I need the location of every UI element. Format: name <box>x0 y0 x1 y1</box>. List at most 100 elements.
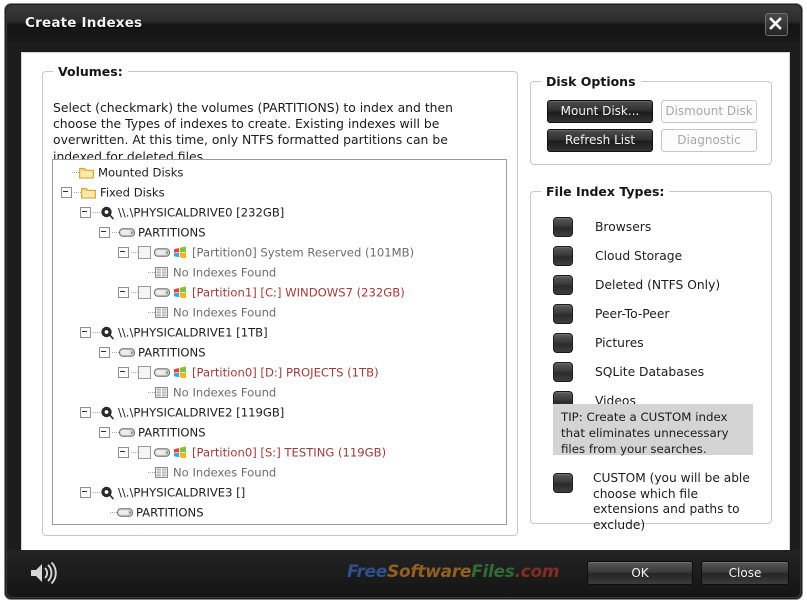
tree-expander-minus-icon[interactable] <box>80 207 91 218</box>
tree-item[interactable]: Fixed Disks <box>53 184 506 200</box>
tree-item-label: No Indexes Found <box>173 465 277 480</box>
tree-item[interactable]: No Indexes Found <box>53 464 506 480</box>
tree-connector-line <box>148 272 155 273</box>
volumes-group-title: Volumes: <box>53 64 128 79</box>
tree-item-checkbox[interactable] <box>138 246 151 259</box>
watermark-part-3: Files <box>471 562 515 582</box>
tree-item[interactable]: Mounted Disks <box>53 164 506 180</box>
close-button-footer[interactable]: Close <box>701 561 789 585</box>
disk-options-group: Disk Options Mount Disk... Dismount Disk… <box>530 74 772 165</box>
tree-expander-minus-icon[interactable] <box>118 447 129 458</box>
tree-item-label: PARTITIONS <box>138 425 206 440</box>
footer-bar: FreeSoftwareFiles.com OK Close <box>7 550 800 597</box>
tree-item-checkbox[interactable] <box>138 366 151 379</box>
tree-item[interactable]: \\.\PHYSICALDRIVE0 [232GB] <box>53 204 506 220</box>
tree-item-label: Mounted Disks <box>98 165 184 180</box>
close-button[interactable] <box>765 13 788 36</box>
tree-item-checkbox[interactable] <box>138 446 151 459</box>
watermark: FreeSoftwareFiles.com <box>347 562 560 582</box>
tree-connector-line <box>131 252 138 253</box>
tree-item[interactable]: [Partition0] [D:] PROJECTS (1TB) <box>53 364 506 380</box>
file-index-type-checkbox[interactable] <box>553 245 573 266</box>
windows-logo-icon <box>174 446 186 459</box>
file-index-types-group-title: File Index Types: <box>541 184 670 199</box>
tree-expander-minus-icon[interactable] <box>99 227 110 238</box>
file-index-types-group: File Index Types: Browsers Cloud Storage D… <box>530 184 772 532</box>
tree-item[interactable]: No Indexes Found <box>53 304 506 320</box>
tree-connector-line <box>93 412 100 413</box>
tree-connector-line <box>148 392 155 393</box>
windows-logo-icon <box>174 366 186 379</box>
tree-expander-minus-icon[interactable] <box>80 407 91 418</box>
tree-expander-minus-icon[interactable] <box>118 367 129 378</box>
tree-item[interactable]: \\.\PHYSICALDRIVE2 [119GB] <box>53 404 506 420</box>
watermark-part-2: Software <box>387 562 472 582</box>
tree-expander-minus-icon[interactable] <box>118 247 129 258</box>
tree-item-label: [Partition0] [S:] TESTING (119GB) <box>192 445 387 460</box>
volumes-tree[interactable]: Mounted Disks Fixed Disks \\.\PHYSICALDRIV… <box>52 159 507 525</box>
tree-item-checkbox[interactable] <box>138 286 151 299</box>
tree-connector-line <box>93 492 100 493</box>
tree-expander-minus-icon[interactable] <box>80 327 91 338</box>
tree-item[interactable]: PARTITIONS <box>53 224 506 240</box>
windows-logo-icon <box>174 286 186 299</box>
tree-item-label: No Indexes Found <box>173 385 277 400</box>
speaker-button[interactable] <box>29 561 59 589</box>
refresh-list-button[interactable]: Refresh List <box>547 129 653 152</box>
tree-item[interactable]: [Partition0] System Reserved (101MB) <box>53 244 506 260</box>
partition-icon <box>154 368 170 377</box>
tree-item-label: \\.\PHYSICALDRIVE1 [1TB] <box>118 325 268 340</box>
harddisk-icon <box>101 206 114 219</box>
tree-item-label: PARTITIONS <box>138 345 206 360</box>
tree-item-label: [Partition0] [D:] PROJECTS (1TB) <box>192 365 379 380</box>
tree-item[interactable]: \\.\PHYSICALDRIVE1 [1TB] <box>53 324 506 340</box>
file-index-type-row: Pictures <box>553 332 644 353</box>
content-panel: Volumes: Select (checkmark) the volumes … <box>21 52 790 553</box>
tree-item[interactable]: [Partition1] [C:] WINDOWS7 (232GB) <box>53 284 506 300</box>
watermark-part-4: .com <box>514 562 560 582</box>
file-index-type-label: Peer-To-Peer <box>595 306 670 321</box>
ok-button[interactable]: OK <box>587 561 693 585</box>
tree-item-label: Fixed Disks <box>100 185 165 200</box>
file-index-type-checkbox[interactable] <box>553 361 573 382</box>
file-index-type-label: Deleted (NTFS Only) <box>595 277 721 292</box>
tree-item[interactable]: [Partition0] [S:] TESTING (119GB) <box>53 444 506 460</box>
tree-item[interactable]: No Indexes Found <box>53 384 506 400</box>
file-index-type-checkbox[interactable] <box>553 332 573 353</box>
tree-item[interactable]: PARTITIONS <box>53 504 506 520</box>
file-index-type-checkbox[interactable] <box>553 303 573 324</box>
tree-item-label: No Indexes Found <box>173 305 277 320</box>
file-index-type-row: Deleted (NTFS Only) <box>553 274 721 295</box>
custom-checkbox[interactable] <box>553 473 573 493</box>
index-table-icon <box>155 307 168 318</box>
tip-box: TIP: Create a CUSTOM index that eliminat… <box>553 404 753 456</box>
tree-item-label: No Indexes Found <box>173 265 277 280</box>
file-index-type-checkbox[interactable] <box>553 274 573 295</box>
file-index-type-label: SQLite Databases <box>595 364 705 379</box>
tree-expander-minus-icon[interactable] <box>80 487 91 498</box>
title-bar: Create Indexes <box>7 6 800 42</box>
tree-item[interactable]: PARTITIONS <box>53 424 506 440</box>
partition-icon <box>154 248 170 257</box>
partition-icon <box>119 228 135 237</box>
tree-connector-line <box>72 172 79 173</box>
tree-item-label: \\.\PHYSICALDRIVE0 [232GB] <box>118 205 285 220</box>
index-table-icon <box>155 387 168 398</box>
tree-item[interactable]: No Indexes Found <box>53 264 506 280</box>
file-index-type-row: Peer-To-Peer <box>553 303 670 324</box>
tree-expander-minus-icon[interactable] <box>99 347 110 358</box>
tree-expander-minus-icon[interactable] <box>118 287 129 298</box>
tree-item[interactable]: PARTITIONS <box>53 344 506 360</box>
file-index-type-checkbox[interactable] <box>553 216 573 237</box>
tree-connector-line <box>93 212 100 213</box>
tree-expander-minus-icon[interactable] <box>99 427 110 438</box>
partition-icon <box>154 448 170 457</box>
instructions-text: Select (checkmark) the volumes (PARTITIO… <box>53 100 454 164</box>
mount-disk-button[interactable]: Mount Disk... <box>547 100 653 123</box>
custom-label: CUSTOM (you will be able choose which fi… <box>593 471 750 532</box>
dismount-disk-button: Dismount Disk <box>661 100 757 123</box>
folder-icon <box>81 187 96 199</box>
index-table-icon <box>155 467 168 478</box>
tree-item[interactable]: \\.\PHYSICALDRIVE3 [] <box>53 484 506 500</box>
tree-expander-minus-icon[interactable] <box>61 187 72 198</box>
